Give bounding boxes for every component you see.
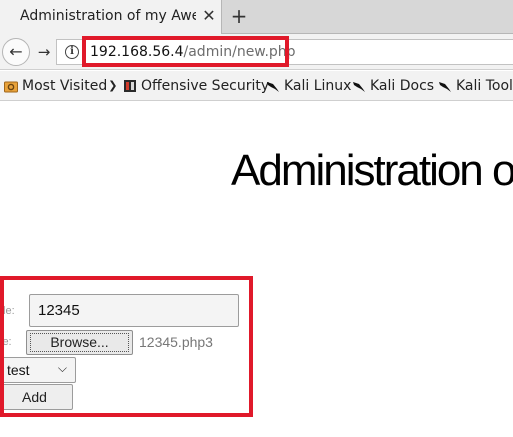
category-select-value: test bbox=[7, 362, 30, 378]
url-path: /admin/new.php bbox=[183, 44, 296, 60]
bookmark-kali-linux[interactable]: Kali Linux bbox=[266, 77, 351, 95]
title-label: tle: bbox=[0, 305, 15, 317]
url-bar[interactable]: i 192.168.56.4/admin/new.php bbox=[56, 39, 513, 65]
tab-title: Administration of my Awe… bbox=[20, 8, 196, 24]
page-title: Administration o bbox=[231, 146, 513, 195]
chevron-down-icon: ❯ bbox=[108, 79, 118, 92]
title-input[interactable]: 12345 bbox=[29, 294, 239, 327]
bookmark-kali-docs[interactable]: Kali Docs bbox=[352, 77, 434, 95]
title-input-value: 12345 bbox=[38, 302, 80, 319]
category-select[interactable]: test ⌵ bbox=[0, 357, 76, 383]
tab-strip: Administration of my Awe… ✕ + bbox=[0, 0, 513, 34]
kali-dragon-icon bbox=[353, 82, 365, 92]
bookmark-most-visited[interactable]: Most Visited❯ bbox=[4, 77, 117, 95]
kali-dragon-icon bbox=[439, 82, 451, 92]
gear-folder-icon bbox=[4, 81, 18, 93]
bookmark-kali-tools[interactable]: Kali Tool bbox=[438, 77, 513, 95]
info-icon[interactable]: i bbox=[65, 45, 79, 59]
offsec-icon bbox=[124, 80, 136, 92]
forward-arrow-icon[interactable]: → bbox=[34, 41, 54, 63]
url-host: 192.168.56.4 bbox=[90, 44, 184, 60]
focus-ring bbox=[30, 333, 129, 352]
bookmarks-bar: Most Visited❯ Offensive Security Kali Li… bbox=[0, 71, 513, 101]
back-arrow-icon[interactable]: ← bbox=[2, 38, 30, 66]
tab-active[interactable]: Administration of my Awe… ✕ bbox=[0, 0, 222, 34]
add-button[interactable]: Add bbox=[0, 384, 73, 410]
close-icon[interactable]: ✕ bbox=[201, 7, 217, 25]
browse-button[interactable]: Browse... bbox=[26, 330, 133, 355]
navigation-bar: ← → i 192.168.56.4/admin/new.php bbox=[0, 34, 513, 70]
file-label: le: bbox=[0, 336, 12, 348]
url-text[interactable]: 192.168.56.4/admin/new.php bbox=[90, 44, 296, 60]
new-tab-plus-icon[interactable]: + bbox=[229, 5, 249, 27]
kali-dragon-icon bbox=[267, 82, 279, 92]
bookmark-offensive-security[interactable]: Offensive Security bbox=[123, 77, 269, 95]
chevron-down-icon: ⌵ bbox=[57, 361, 67, 375]
chosen-file-name: 12345.php3 bbox=[139, 334, 213, 350]
